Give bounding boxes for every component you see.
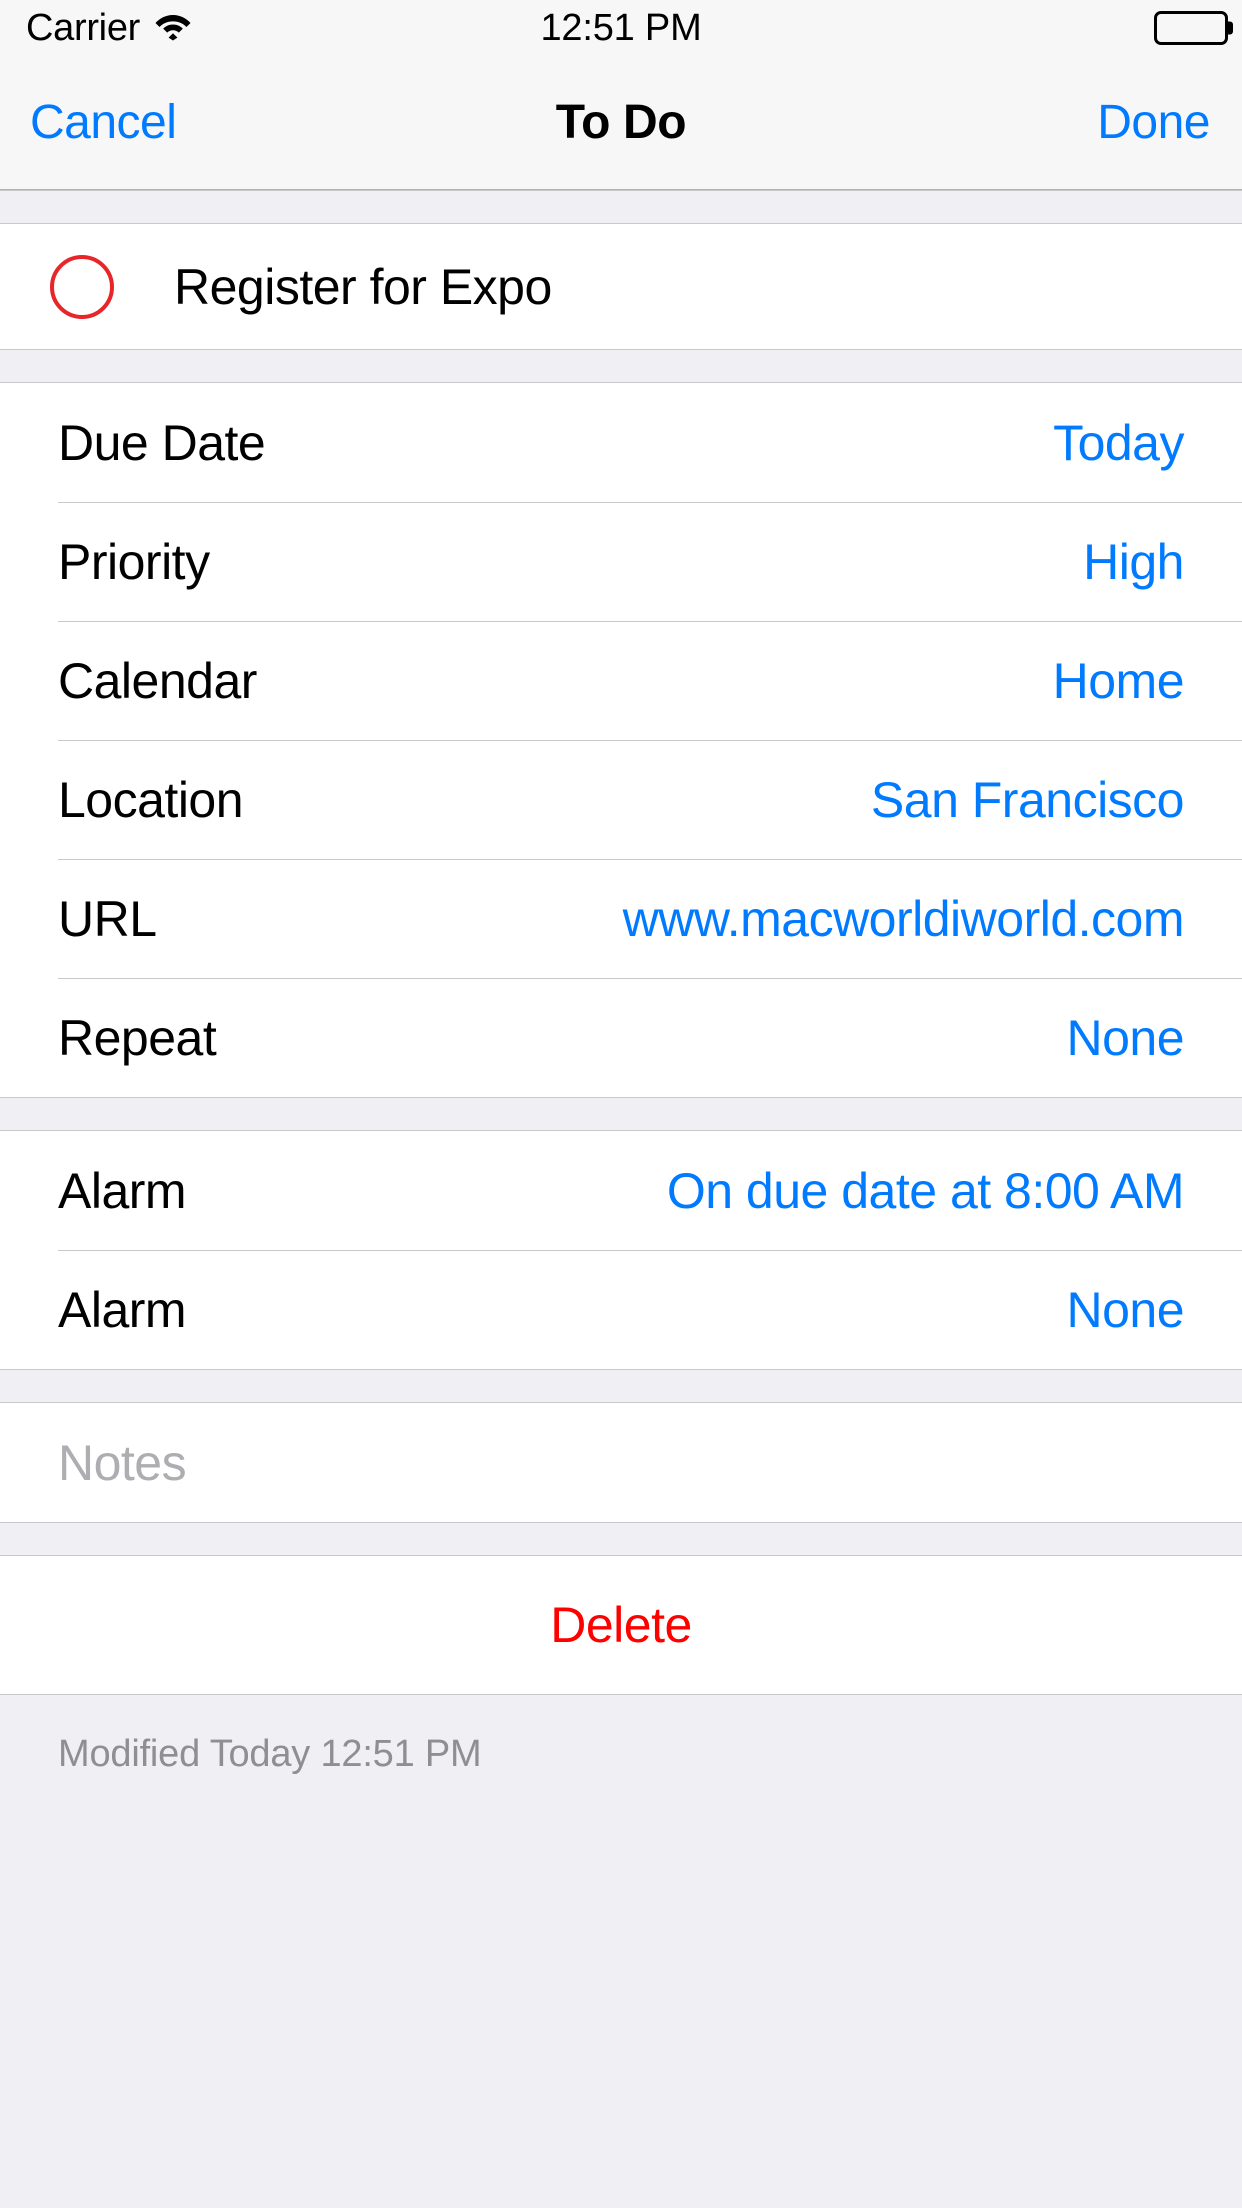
row-alarm-primary[interactable]: Alarm On due date at 8:00 AM (0, 1131, 1242, 1250)
row-alarm-secondary[interactable]: Alarm None (0, 1250, 1242, 1369)
row-value[interactable]: None (1066, 1009, 1184, 1067)
row-repeat[interactable]: Repeat None (0, 978, 1242, 1097)
row-due-date[interactable]: Due Date Today (0, 383, 1242, 502)
row-label: Location (58, 771, 244, 828)
alarms-section: Alarm On due date at 8:00 AM Alarm None (0, 1131, 1242, 1369)
status-bar-right (1154, 11, 1242, 45)
row-value[interactable]: Today (1053, 414, 1184, 472)
task-title-section: Register for Expo (0, 224, 1242, 349)
status-bar-left: Carrier (0, 7, 192, 50)
delete-button[interactable]: Delete (0, 1556, 1242, 1694)
page-title: To Do (555, 96, 687, 149)
done-button[interactable]: Done (1097, 95, 1242, 150)
circle-unchecked-icon[interactable] (50, 254, 114, 319)
row-label: Priority (58, 533, 210, 590)
navigation-bar: Cancel To Do Done (0, 56, 1242, 190)
row-label: Calendar (58, 652, 257, 709)
battery-full-icon (1154, 11, 1233, 45)
notes-input[interactable]: Notes (0, 1403, 1242, 1522)
todo-detail-screen: Carrier 12:51 PM Cancel To Do Done Regis… (0, 0, 1242, 2208)
row-value[interactable]: On due date at 8:00 AM (667, 1162, 1185, 1220)
row-label: Due Date (58, 414, 266, 471)
status-bar: Carrier 12:51 PM (0, 0, 1242, 56)
section-gap-notes (0, 1369, 1242, 1403)
task-title-row[interactable]: Register for Expo (0, 224, 1242, 349)
row-priority[interactable]: Priority High (0, 502, 1242, 621)
row-label: Repeat (58, 1009, 217, 1066)
section-gap-details (0, 349, 1242, 383)
cancel-button[interactable]: Cancel (0, 95, 177, 150)
task-title-text[interactable]: Register for Expo (174, 258, 552, 316)
row-value[interactable]: Home (1053, 652, 1185, 710)
row-label: URL (58, 890, 157, 947)
carrier-label: Carrier (26, 6, 141, 49)
section-gap-alarms (0, 1097, 1242, 1131)
row-label: Alarm (58, 1162, 187, 1219)
row-value[interactable]: San Francisco (871, 771, 1185, 829)
row-url[interactable]: URL www.macworldiworld.com (0, 859, 1242, 978)
section-gap-delete (0, 1522, 1242, 1556)
modified-timestamp: Modified Today 12:51 PM (58, 1733, 482, 1775)
section-gap-top (0, 190, 1242, 224)
row-value[interactable]: High (1083, 533, 1184, 591)
notes-section: Notes (0, 1403, 1242, 1522)
row-value[interactable]: None (1066, 1281, 1184, 1339)
row-calendar[interactable]: Calendar Home (0, 621, 1242, 740)
row-location[interactable]: Location San Francisco (0, 740, 1242, 859)
wifi-icon (154, 11, 192, 46)
row-label: Alarm (58, 1281, 187, 1338)
delete-section: Delete (0, 1556, 1242, 1694)
details-section: Due Date Today Priority High Calendar Ho… (0, 383, 1242, 1097)
delete-label: Delete (550, 1597, 692, 1653)
row-value[interactable]: www.macworldiworld.com (623, 890, 1185, 948)
footer-section: Modified Today 12:51 PM (0, 1694, 1242, 1776)
notes-placeholder: Notes (58, 1434, 187, 1491)
